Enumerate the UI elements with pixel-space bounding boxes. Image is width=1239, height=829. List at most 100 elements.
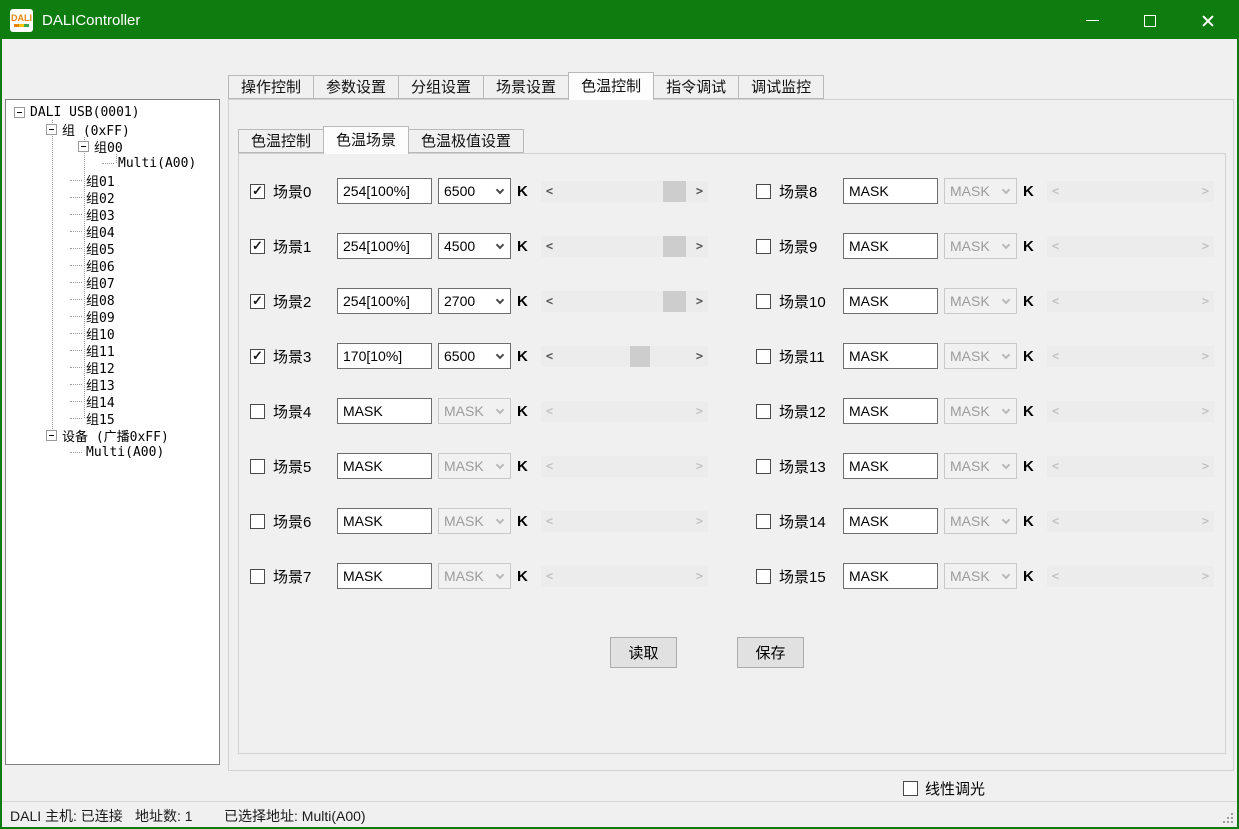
cct-select[interactable]: MASK <box>944 178 1017 204</box>
scroll-left-icon[interactable]: < <box>1047 456 1064 477</box>
scroll-right-icon[interactable]: > <box>1197 346 1214 367</box>
scroll-left-icon[interactable]: < <box>1047 566 1064 587</box>
tree-item-Multi(A00)[interactable]: Multi(A00) <box>6 444 219 461</box>
scrollbar-thumb[interactable] <box>663 291 686 312</box>
scroll-left-icon[interactable]: < <box>1047 511 1064 532</box>
scene-checkbox[interactable] <box>756 459 771 474</box>
scrollbar-track[interactable] <box>558 181 691 202</box>
scrollbar-track[interactable] <box>1064 456 1197 477</box>
tree-collapse-icon[interactable] <box>46 124 57 135</box>
main-tab-调试监控[interactable]: 调试监控 <box>738 75 824 99</box>
scene-checkbox[interactable] <box>250 459 265 474</box>
cct-scrollbar[interactable]: < > <box>541 456 708 477</box>
cct-scrollbar[interactable]: < > <box>1047 181 1214 202</box>
scene-checkbox[interactable] <box>756 569 771 584</box>
scrollbar-track[interactable] <box>558 236 691 257</box>
cct-select[interactable]: MASK <box>944 398 1017 424</box>
brightness-input[interactable] <box>843 508 938 534</box>
cct-scrollbar[interactable]: < > <box>1047 511 1214 532</box>
scrollbar-track[interactable] <box>1064 566 1197 587</box>
cct-select[interactable]: MASK <box>438 453 511 479</box>
cct-scrollbar[interactable]: < > <box>541 236 708 257</box>
resize-grip[interactable] <box>1221 811 1233 823</box>
scroll-left-icon[interactable]: < <box>541 236 558 257</box>
tree-item-组15[interactable]: 组15 <box>6 410 219 427</box>
scroll-left-icon[interactable]: < <box>541 401 558 422</box>
tree-item-组07[interactable]: 组07 <box>6 274 219 291</box>
scene-checkbox[interactable] <box>756 349 771 364</box>
scroll-right-icon[interactable]: > <box>691 291 708 312</box>
cct-select[interactable]: 4500 <box>438 233 511 259</box>
scroll-left-icon[interactable]: < <box>541 181 558 202</box>
cct-select[interactable]: MASK <box>438 563 511 589</box>
menu-item-帮助(H)[interactable] <box>68 49 86 57</box>
cct-scrollbar[interactable]: < > <box>1047 566 1214 587</box>
scroll-left-icon[interactable]: < <box>1047 181 1064 202</box>
read-button[interactable]: 读取 <box>610 637 677 668</box>
tree-item-组11[interactable]: 组11 <box>6 342 219 359</box>
cct-select[interactable]: MASK <box>944 288 1017 314</box>
cct-select[interactable]: MASK <box>944 453 1017 479</box>
scene-checkbox[interactable] <box>250 184 265 199</box>
tree-item-组 (0xFF)[interactable]: 组 (0xFF) <box>6 121 219 138</box>
cct-scrollbar[interactable]: < > <box>1047 346 1214 367</box>
scroll-left-icon[interactable]: < <box>1047 291 1064 312</box>
tree-item-组12[interactable]: 组12 <box>6 359 219 376</box>
cct-select[interactable]: MASK <box>944 563 1017 589</box>
cct-scrollbar[interactable]: < > <box>541 181 708 202</box>
sub-tab-色温极值设置[interactable]: 色温极值设置 <box>408 129 524 153</box>
main-tab-色温控制[interactable]: 色温控制 <box>568 72 654 100</box>
tree-item-组03[interactable]: 组03 <box>6 206 219 223</box>
scene-checkbox[interactable] <box>756 294 771 309</box>
cct-select[interactable]: MASK <box>944 343 1017 369</box>
tree-item-组14[interactable]: 组14 <box>6 393 219 410</box>
main-tab-分组设置[interactable]: 分组设置 <box>398 75 484 99</box>
tree-item-组09[interactable]: 组09 <box>6 308 219 325</box>
scene-checkbox[interactable] <box>250 294 265 309</box>
scene-checkbox[interactable] <box>756 184 771 199</box>
scene-checkbox[interactable] <box>756 239 771 254</box>
scene-checkbox[interactable] <box>250 349 265 364</box>
scrollbar-thumb[interactable] <box>630 346 650 367</box>
scroll-right-icon[interactable]: > <box>1197 566 1214 587</box>
main-tab-指令调试[interactable]: 指令调试 <box>653 75 739 99</box>
cct-scrollbar[interactable]: < > <box>541 511 708 532</box>
scene-checkbox[interactable] <box>250 404 265 419</box>
brightness-input[interactable] <box>843 343 938 369</box>
scroll-right-icon[interactable]: > <box>691 346 708 367</box>
brightness-input[interactable] <box>337 508 432 534</box>
main-tab-操作控制[interactable]: 操作控制 <box>228 75 314 99</box>
brightness-input[interactable] <box>843 178 938 204</box>
scrollbar-track[interactable] <box>1064 511 1197 532</box>
cct-scrollbar[interactable]: < > <box>541 566 708 587</box>
cct-select[interactable]: MASK <box>944 233 1017 259</box>
scrollbar-track[interactable] <box>1064 291 1197 312</box>
scroll-left-icon[interactable]: < <box>1047 346 1064 367</box>
scroll-right-icon[interactable]: > <box>1197 401 1214 422</box>
scene-checkbox[interactable] <box>250 569 265 584</box>
tree-item-组01[interactable]: 组01 <box>6 172 219 189</box>
scrollbar-track[interactable] <box>558 291 691 312</box>
scrollbar-track[interactable] <box>558 566 691 587</box>
brightness-input[interactable] <box>843 453 938 479</box>
cct-scrollbar[interactable]: < > <box>1047 291 1214 312</box>
tree-item-DALI USB(0001)[interactable]: DALI USB(0001) <box>6 104 219 121</box>
tree-collapse-icon[interactable] <box>46 430 57 441</box>
scrollbar-track[interactable] <box>1064 236 1197 257</box>
sub-tab-色温控制[interactable]: 色温控制 <box>238 129 324 153</box>
cct-select[interactable]: 6500 <box>438 178 511 204</box>
scroll-right-icon[interactable]: > <box>691 566 708 587</box>
scrollbar-track[interactable] <box>558 401 691 422</box>
tree-collapse-icon[interactable] <box>78 141 89 152</box>
scroll-right-icon[interactable]: > <box>1197 456 1214 477</box>
scroll-right-icon[interactable]: > <box>691 236 708 257</box>
scrollbar-track[interactable] <box>1064 401 1197 422</box>
brightness-input[interactable] <box>843 288 938 314</box>
tree-item-组02[interactable]: 组02 <box>6 189 219 206</box>
main-tab-场景设置[interactable]: 场景设置 <box>483 75 569 99</box>
scroll-left-icon[interactable]: < <box>541 291 558 312</box>
tree-item-组05[interactable]: 组05 <box>6 240 219 257</box>
scroll-right-icon[interactable]: > <box>691 181 708 202</box>
brightness-input[interactable] <box>337 453 432 479</box>
scroll-left-icon[interactable]: < <box>1047 401 1064 422</box>
